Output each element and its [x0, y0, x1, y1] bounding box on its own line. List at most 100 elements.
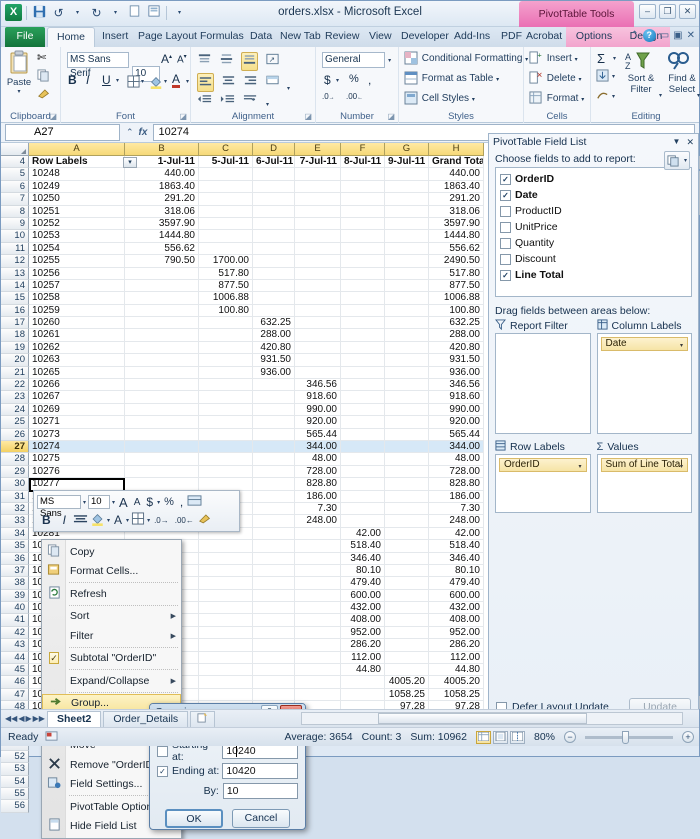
row-header[interactable]: 36 — [1, 553, 29, 565]
cell[interactable]: 7.30 — [429, 503, 484, 514]
row-header[interactable]: 40 — [1, 602, 29, 614]
row-header[interactable]: 29 — [1, 466, 29, 478]
cell[interactable] — [385, 553, 429, 564]
cell[interactable] — [385, 329, 429, 340]
cell[interactable]: 10266 — [29, 379, 125, 390]
row-header[interactable]: 33 — [1, 515, 29, 527]
ribbon-help-controls[interactable]: ⌃ ? ▭ ▣ ✕ — [630, 29, 695, 42]
cell[interactable]: 828.80 — [295, 478, 341, 489]
cell[interactable]: 3597.90 — [429, 218, 484, 229]
align-left-icon[interactable] — [197, 73, 214, 92]
cell[interactable] — [295, 565, 341, 576]
report-filter-dropzone[interactable] — [495, 333, 591, 434]
table-row[interactable]: 102491863.401863.40 — [29, 181, 484, 193]
cell[interactable] — [295, 367, 341, 378]
row-header[interactable]: 55 — [1, 788, 29, 800]
cell[interactable] — [385, 577, 429, 588]
mini-fill-color-icon[interactable] — [90, 512, 105, 529]
cell[interactable] — [341, 701, 385, 709]
cell[interactable] — [125, 354, 199, 365]
cell[interactable] — [199, 565, 253, 576]
header-row[interactable]: Row Labels1-Jul-115-Jul-116-Jul-117-Jul-… — [29, 156, 484, 168]
cell[interactable]: 248.00 — [295, 515, 341, 526]
table-row[interactable]: 10265936.00936.00 — [29, 367, 484, 379]
row-header[interactable]: 21 — [1, 367, 29, 379]
alignment-dialog-launcher[interactable]: ◪ — [304, 112, 312, 121]
cell[interactable]: 97.28 — [385, 701, 429, 709]
row-labels-filter-button[interactable]: ▾ — [123, 157, 137, 168]
cell[interactable]: 288.00 — [253, 329, 295, 340]
row-header[interactable]: 44 — [1, 652, 29, 664]
cell[interactable] — [199, 404, 253, 415]
cell[interactable] — [253, 429, 295, 440]
cell[interactable] — [199, 391, 253, 402]
row-header[interactable]: 39 — [1, 590, 29, 602]
cell[interactable]: 918.60 — [429, 391, 484, 402]
mini-grow-font-icon[interactable]: A — [117, 495, 130, 510]
table-row[interactable]: 10262420.80420.80 — [29, 342, 484, 354]
sort-filter-dropdown-icon[interactable]: ▾ — [659, 92, 662, 99]
cell[interactable]: 408.00 — [341, 614, 385, 625]
row-header[interactable]: 38 — [1, 577, 29, 589]
mini-italic-icon[interactable]: I — [58, 513, 71, 527]
row-header[interactable]: 31 — [1, 491, 29, 503]
ending-at-checkbox[interactable]: ✓ — [157, 766, 168, 777]
table-row[interactable]: 102531444.801444.80 — [29, 230, 484, 242]
cell[interactable] — [125, 268, 199, 279]
align-right-icon[interactable] — [243, 73, 258, 92]
cell[interactable] — [253, 193, 295, 204]
mini-font-size-dropdown-icon[interactable]: ▾ — [112, 499, 115, 506]
cell[interactable] — [125, 280, 199, 291]
cell[interactable]: 1444.80 — [125, 230, 199, 241]
table-row[interactable]: 10255790.501700.002490.50 — [29, 255, 484, 267]
mini-format-painter-icon[interactable] — [198, 512, 212, 528]
zoom-in-button[interactable]: + — [682, 731, 694, 743]
cell[interactable]: 10254 — [29, 243, 125, 254]
cell[interactable]: 10260 — [29, 317, 125, 328]
mini-increase-decimal-icon[interactable]: .0→ — [152, 516, 171, 525]
cell[interactable]: 1444.80 — [429, 230, 484, 241]
cell[interactable] — [385, 342, 429, 353]
align-bottom-icon[interactable] — [241, 52, 258, 71]
cell[interactable]: 518.40 — [429, 540, 484, 551]
cell[interactable]: 432.00 — [341, 602, 385, 613]
insert-function-icon[interactable]: fx — [139, 127, 148, 138]
cell[interactable] — [385, 614, 429, 625]
row-header[interactable]: 6 — [1, 181, 29, 193]
cell[interactable] — [385, 441, 429, 452]
cell[interactable] — [253, 590, 295, 601]
cell[interactable] — [295, 553, 341, 564]
tab-data[interactable]: Data — [245, 27, 277, 47]
cell[interactable]: 291.20 — [429, 193, 484, 204]
row-chip-orderid[interactable]: OrderID ▾ — [499, 458, 587, 472]
field-list-item-discount[interactable]: Discount — [500, 251, 687, 267]
row-header[interactable]: 26 — [1, 429, 29, 441]
cell[interactable]: Grand Total — [429, 156, 484, 167]
cell[interactable]: 344.00 — [429, 441, 484, 452]
cell[interactable] — [253, 466, 295, 477]
cell[interactable] — [253, 577, 295, 588]
cell[interactable] — [341, 305, 385, 316]
format-as-table-button[interactable]: Format as Table ▾ — [404, 71, 499, 86]
table-row[interactable]: 10257877.50877.50 — [29, 280, 484, 292]
cell[interactable] — [295, 664, 341, 675]
cell[interactable]: 728.00 — [429, 466, 484, 477]
cell[interactable]: 100.80 — [429, 305, 484, 316]
cell[interactable]: 936.00 — [253, 367, 295, 378]
table-row[interactable]: 10277828.80828.80 — [29, 478, 484, 490]
cell[interactable] — [295, 268, 341, 279]
field-checkbox-list[interactable]: ✓OrderID✓DateProductIDUnitPriceQuantityD… — [495, 167, 692, 297]
cell[interactable] — [385, 243, 429, 254]
cell[interactable] — [385, 652, 429, 663]
cell[interactable] — [199, 379, 253, 390]
cell[interactable]: 42.00 — [429, 528, 484, 539]
cell[interactable] — [199, 652, 253, 663]
cell[interactable] — [295, 230, 341, 241]
cell[interactable]: 346.56 — [295, 379, 341, 390]
row-header[interactable]: 24 — [1, 404, 29, 416]
cell[interactable] — [199, 639, 253, 650]
format-painter-icon[interactable] — [37, 87, 51, 103]
cell[interactable]: 10252 — [29, 218, 125, 229]
cell[interactable]: 517.80 — [199, 268, 253, 279]
mini-currency-dropdown-icon[interactable]: ▾ — [157, 499, 160, 506]
